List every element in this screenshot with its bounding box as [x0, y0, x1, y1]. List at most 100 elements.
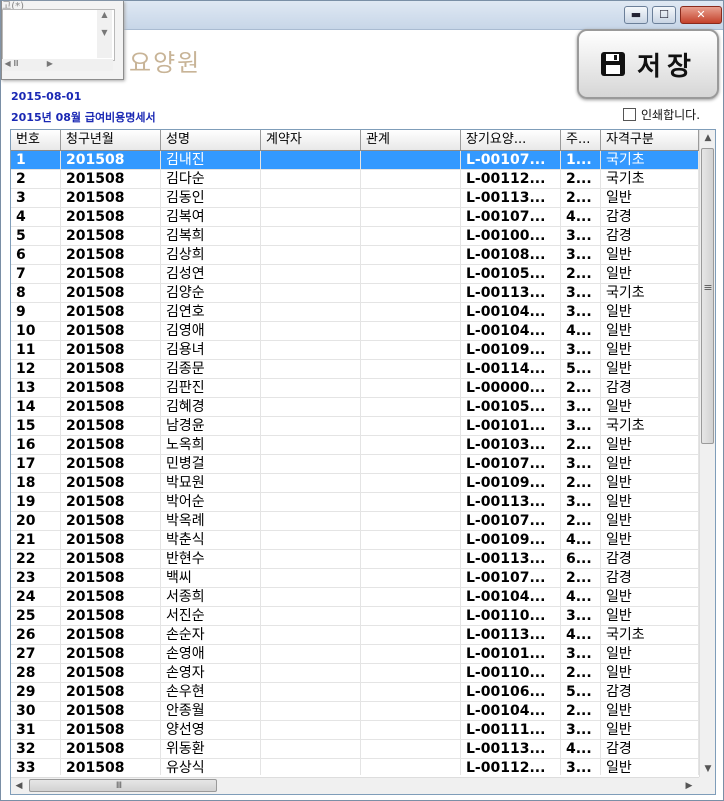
table-cell [261, 246, 361, 265]
table-cell: L-00109... [461, 341, 561, 360]
table-row[interactable]: 26 201508 손순자 L-00113... 4... 국기초 [11, 626, 699, 645]
table-cell: L-00104... [461, 702, 561, 721]
table-cell: 국기초 [601, 626, 699, 645]
table-cell [261, 284, 361, 303]
table-cell [261, 588, 361, 607]
table-cell [361, 341, 461, 360]
table-row[interactable]: 15 201508 남경윤 L-00101... 3... 국기초 [11, 417, 699, 436]
table-row[interactable]: 16 201508 노옥희 L-00103... 2... 일반 [11, 436, 699, 455]
column-header[interactable]: 계약자 [261, 130, 361, 150]
table-row[interactable]: 1 201508 김내진 L-00107... 1... 국기초 [11, 151, 699, 170]
table-row[interactable]: 5 201508 김복희 L-00100... 3... 감경 [11, 227, 699, 246]
print-option[interactable]: 인쇄합니다. [623, 106, 700, 123]
table-row[interactable]: 17 201508 민병걸 L-00107... 3... 일반 [11, 455, 699, 474]
table-cell: 17 [11, 455, 61, 474]
table-cell [261, 379, 361, 398]
table-cell: 5... [561, 360, 601, 379]
table-cell: 13 [11, 379, 61, 398]
print-checkbox[interactable] [623, 108, 636, 121]
table-row[interactable]: 28 201508 손영자 L-00110... 2... 일반 [11, 664, 699, 683]
table-cell [261, 607, 361, 626]
table-row[interactable]: 29 201508 손우현 L-00106... 5... 감경 [11, 683, 699, 702]
table-cell: 201508 [61, 531, 161, 550]
popup-scrollbar[interactable]: ▲ ▼ [97, 10, 112, 58]
table-row[interactable]: 33 201508 유상식 L-00112... 3... 일반 [11, 759, 699, 775]
scroll-right-icon[interactable]: ▶ [681, 778, 697, 794]
maximize-button[interactable]: ☐ [652, 6, 676, 24]
table-row[interactable]: 25 201508 서진순 L-00110... 3... 일반 [11, 607, 699, 626]
table-cell: 9 [11, 303, 61, 322]
table-cell: L-00104... [461, 303, 561, 322]
close-button[interactable]: ✕ [680, 6, 722, 24]
table-row[interactable]: 13 201508 김판진 L-00000... 2... 감경 [11, 379, 699, 398]
table-row[interactable]: 21 201508 박춘식 L-00109... 4... 일반 [11, 531, 699, 550]
table-cell [261, 740, 361, 759]
table-cell: 201508 [61, 322, 161, 341]
table-cell [261, 455, 361, 474]
table-cell: 일반 [601, 303, 699, 322]
table-cell: L-00109... [461, 474, 561, 493]
print-option-label: 인쇄합니다. [641, 108, 701, 122]
table-cell: 11 [11, 341, 61, 360]
table-cell: 2... [561, 379, 601, 398]
table-cell [261, 398, 361, 417]
table-row[interactable]: 12 201508 김종문 L-00114... 5... 일반 [11, 360, 699, 379]
table-row[interactable]: 14 201508 김혜경 L-00105... 3... 일반 [11, 398, 699, 417]
minimize-button[interactable]: ▬ [624, 6, 648, 24]
table-row[interactable]: 20 201508 박옥례 L-00107... 2... 일반 [11, 512, 699, 531]
column-header[interactable]: 장기요양... [461, 130, 561, 150]
table-row[interactable]: 6 201508 김상희 L-00108... 3... 일반 [11, 246, 699, 265]
table-row[interactable]: 32 201508 위동환 L-00113... 4... 감경 [11, 740, 699, 759]
column-header[interactable]: 번호 [11, 130, 61, 150]
table-row[interactable]: 22 201508 반현수 L-00113... 6... 감경 [11, 550, 699, 569]
table-cell: 201508 [61, 645, 161, 664]
table-cell [361, 702, 461, 721]
table-row[interactable]: 24 201508 서종희 L-00104... 4... 일반 [11, 588, 699, 607]
table-cell [261, 626, 361, 645]
column-header[interactable]: 성명 [161, 130, 261, 150]
scroll-left-icon[interactable]: ◀ [11, 778, 27, 794]
table-row[interactable]: 9 201508 김연호 L-00104... 3... 일반 [11, 303, 699, 322]
table-cell [261, 151, 361, 170]
table-cell: 2... [561, 702, 601, 721]
table-cell: 2... [561, 474, 601, 493]
table-row[interactable]: 27 201508 손영애 L-00101... 3... 일반 [11, 645, 699, 664]
table-cell [361, 550, 461, 569]
table-row[interactable]: 30 201508 안종월 L-00104... 2... 일반 [11, 702, 699, 721]
vertical-scroll-thumb[interactable] [701, 148, 714, 444]
table-row[interactable]: 7 201508 김성연 L-00105... 2... 일반 [11, 265, 699, 284]
table-row[interactable]: 31 201508 양선영 L-00111... 3... 일반 [11, 721, 699, 740]
table-row[interactable]: 10 201508 김영애 L-00104... 4... 일반 [11, 322, 699, 341]
table-cell: 3... [561, 721, 601, 740]
table-cell: 21 [11, 531, 61, 550]
table-cell: 12 [11, 360, 61, 379]
table-cell: L-00113... [461, 493, 561, 512]
table-cell: 감경 [601, 550, 699, 569]
table-cell: 일반 [601, 512, 699, 531]
table-cell: 18 [11, 474, 61, 493]
table-row[interactable]: 4 201508 김복여 L-00107... 4... 감경 [11, 208, 699, 227]
column-header[interactable]: 자격구분 [601, 130, 699, 150]
table-cell: 201508 [61, 246, 161, 265]
save-button[interactable]: 저장 [577, 29, 719, 99]
table-row[interactable]: 19 201508 박어순 L-00113... 3... 일반 [11, 493, 699, 512]
scroll-up-icon[interactable]: ▲ [700, 130, 715, 146]
table-row[interactable]: 8 201508 김양순 L-00113... 3... 국기초 [11, 284, 699, 303]
table-cell [261, 170, 361, 189]
horizontal-scrollbar[interactable]: ◀ Ⅲ ▶ [11, 777, 699, 794]
scroll-down-icon[interactable]: ▼ [700, 761, 715, 777]
column-header[interactable]: 청구년월 [61, 130, 161, 150]
vertical-scrollbar[interactable]: ▲ ≡ ▼ [699, 130, 715, 777]
table-row[interactable]: 18 201508 박묘원 L-00109... 2... 일반 [11, 474, 699, 493]
column-header[interactable]: 주... [561, 130, 601, 150]
table-row[interactable]: 3 201508 김동인 L-00113... 2... 일반 [11, 189, 699, 208]
table-row[interactable]: 2 201508 김다순 L-00112... 2... 국기초 [11, 170, 699, 189]
table-cell: 국기초 [601, 151, 699, 170]
column-header[interactable]: 관계 [361, 130, 461, 150]
table-row[interactable]: 23 201508 백씨 L-00107... 2... 감경 [11, 569, 699, 588]
table-cell: 201508 [61, 702, 161, 721]
table-cell: 10 [11, 322, 61, 341]
popup-bottom-scrollbar[interactable]: ◀ Ⅲ ▶ [2, 59, 113, 71]
scroll-grip-icon: ≡ [703, 281, 713, 294]
table-row[interactable]: 11 201508 김용녀 L-00109... 3... 일반 [11, 341, 699, 360]
